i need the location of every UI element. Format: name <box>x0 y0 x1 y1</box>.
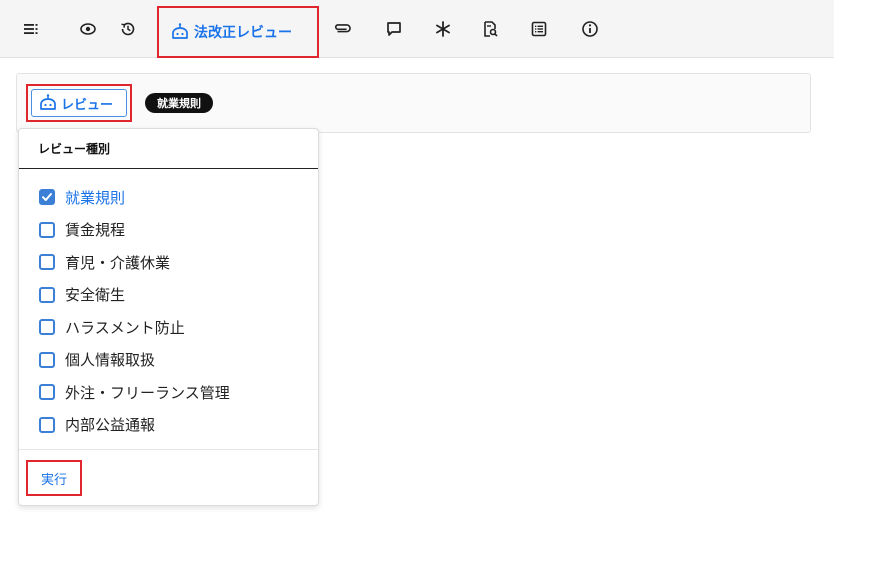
robot-icon <box>170 22 190 42</box>
history-icon[interactable] <box>116 17 140 41</box>
eye-icon[interactable] <box>76 17 100 41</box>
checkbox-checked-icon[interactable] <box>39 189 55 206</box>
review-button-inner[interactable]: レビュー <box>31 89 127 117</box>
option-item[interactable]: 安全衛生 <box>39 279 230 312</box>
option-list: 就業規則 賃金規程 育児・介護休業 安全衛生 ハラスメント防止 個人情報取扱 外… <box>39 181 230 441</box>
review-bar <box>16 73 811 133</box>
checkbox-icon[interactable] <box>39 416 55 433</box>
option-label: 就業規則 <box>65 188 126 207</box>
option-item[interactable]: 就業規則 <box>39 181 230 214</box>
tab-law-revision-review[interactable]: 法改正レビュー <box>157 6 319 58</box>
option-label: 内部公益通報 <box>65 416 156 435</box>
option-item[interactable]: 内部公益通報 <box>39 409 230 442</box>
divider <box>19 449 318 450</box>
option-label: 育児・介護休業 <box>65 253 171 272</box>
checkbox-icon[interactable] <box>39 221 55 238</box>
document-search-icon[interactable] <box>478 17 502 41</box>
asterisk-icon[interactable] <box>431 17 455 41</box>
dropdown-header: レビュー種別 <box>19 129 318 169</box>
checkbox-icon[interactable] <box>39 254 55 271</box>
list-icon[interactable] <box>527 17 551 41</box>
robot-icon <box>38 93 58 113</box>
option-label: ハラスメント防止 <box>65 318 185 337</box>
info-icon[interactable] <box>578 17 602 41</box>
checkbox-icon[interactable] <box>39 319 55 336</box>
tab-label: 法改正レビュー <box>194 25 292 41</box>
option-item[interactable]: ハラスメント防止 <box>39 311 230 344</box>
menu-icon[interactable] <box>19 17 43 41</box>
review-type-dropdown: レビュー種別 就業規則 賃金規程 育児・介護休業 安全衛生 ハラスメント防止 個… <box>18 128 319 506</box>
selected-chip: 就業規則 <box>145 93 213 113</box>
option-label: 外注・フリーランス管理 <box>65 383 230 402</box>
option-label: 賃金規程 <box>65 221 126 240</box>
review-button[interactable]: レビュー <box>26 84 132 122</box>
option-item[interactable]: 外注・フリーランス管理 <box>39 376 230 409</box>
option-item[interactable]: 賃金規程 <box>39 214 230 247</box>
option-label: 安全衛生 <box>65 286 126 305</box>
checkbox-icon[interactable] <box>39 286 55 303</box>
comment-icon[interactable] <box>382 17 406 41</box>
run-button[interactable]: 実行 <box>26 460 82 496</box>
option-item[interactable]: 育児・介護休業 <box>39 246 230 279</box>
checkbox-icon[interactable] <box>39 384 55 401</box>
option-label: 個人情報取扱 <box>65 351 156 370</box>
option-item[interactable]: 個人情報取扱 <box>39 344 230 377</box>
review-button-label: レビュー <box>61 97 114 113</box>
paperclip-icon[interactable] <box>330 17 354 41</box>
checkbox-icon[interactable] <box>39 351 55 368</box>
toolbar: 法改正レビュー <box>0 0 834 58</box>
